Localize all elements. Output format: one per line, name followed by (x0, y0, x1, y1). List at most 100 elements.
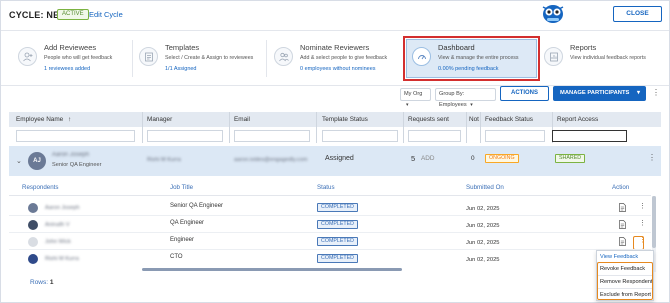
sub-column-status: Status (317, 184, 335, 191)
manager-name: Rishi M Kurra (147, 157, 181, 163)
respondent-status-badge: COMPLETED (317, 254, 358, 263)
filter-template-status-input[interactable] (322, 130, 398, 142)
feedback-status-badge: ONGOING (485, 154, 519, 163)
step-stat[interactable]: 0 employees without nominees (300, 66, 376, 72)
respondent-job-title: Senior QA Engineer (170, 203, 224, 209)
avatar (28, 220, 38, 230)
requests-sent-count: 5 (411, 154, 416, 163)
header-divider (1, 30, 669, 31)
respondent-status-badge: COMPLETED (317, 203, 358, 212)
step-reports[interactable]: Reports View individual feedback reports (538, 36, 668, 81)
group-by-value: Group By: Employees (439, 91, 467, 108)
row-divider (9, 249, 651, 250)
respondent-job-title: Engineer (170, 237, 195, 243)
sub-header-divider (9, 195, 651, 196)
respondent-name: John Wick (45, 239, 71, 245)
filter-employee-name-input[interactable] (16, 130, 135, 142)
column-header-employee-name[interactable]: Employee Name ↑ (16, 116, 71, 123)
respondent-job-title: CTO (170, 254, 183, 260)
group-by-select[interactable]: Group By: Employees ▾ (435, 88, 496, 108)
sub-column-respondents: Respondents (22, 184, 59, 191)
column-separator (466, 112, 467, 143)
chevron-down-icon[interactable]: ⌄ (16, 157, 22, 165)
add-request-button[interactable]: ADD (421, 155, 435, 162)
column-header-report-access[interactable]: Report Access (557, 116, 598, 123)
actions-button[interactable]: ACTIONS (500, 86, 549, 101)
respondent-status-badge: COMPLETED (317, 220, 358, 229)
close-button[interactable]: CLOSE (613, 6, 662, 22)
row-more-options-icon[interactable]: ⋮ (648, 153, 656, 162)
column-separator (403, 112, 404, 143)
filter-requests-sent-input[interactable] (408, 130, 461, 142)
column-header-template-status[interactable]: Template Status (322, 116, 368, 123)
step-dashboard[interactable]: Dashboard View & manage the entire proce… (406, 36, 536, 81)
step-add-reviewees[interactable]: Add Reviewees People who will get feedba… (12, 36, 142, 81)
step-title: Nominate Reviewers (300, 43, 370, 52)
add-user-icon (18, 47, 37, 66)
avatar: AJ (28, 152, 46, 170)
avatar (28, 237, 38, 247)
step-templates[interactable]: Templates Select / Create & Assign to re… (133, 36, 263, 81)
dashboard-icon (412, 47, 431, 66)
sub-column-submitted-on: Submitted On (466, 184, 504, 191)
filter-email-input[interactable] (234, 130, 310, 142)
report-access-badge: SHARED (555, 154, 586, 163)
column-separator (142, 112, 143, 143)
document-icon[interactable] (619, 237, 626, 246)
filter-feedback-status-input[interactable] (485, 130, 545, 142)
column-header-requests-sent[interactable]: Requests sent (408, 116, 449, 123)
step-stat[interactable]: 1/1 Assigned (165, 66, 197, 72)
submitted-date: Jun 02, 2025 (466, 257, 500, 263)
column-separator (480, 112, 481, 143)
column-header-email[interactable]: Email (234, 116, 250, 123)
rows-count: Rows: 1 (30, 279, 54, 286)
document-icon[interactable] (619, 203, 626, 212)
sub-column-job-title: Job Title (170, 184, 194, 191)
step-title: Reports (570, 43, 597, 52)
not-count: 0 (471, 155, 475, 162)
column-separator (229, 112, 230, 143)
filter-manager-input[interactable] (147, 130, 223, 142)
report-icon (544, 47, 563, 66)
edit-cycle-link[interactable]: Edit Cycle (89, 10, 123, 19)
respondent-job-title: QA Engineer (170, 220, 205, 226)
submitted-date: Jun 02, 2025 (466, 223, 500, 229)
row-more-options-icon[interactable]: ⋮ (639, 202, 646, 210)
more-options-icon[interactable]: ⋮ (652, 88, 660, 97)
step-description: Select / Create & Assign to reviewees (165, 55, 254, 61)
filter-report-access-input[interactable] (552, 130, 627, 142)
respondent-name: Aaron Joseph (45, 205, 80, 211)
column-header-not[interactable]: Not (469, 116, 479, 123)
chevron-down-icon: ▾ (406, 102, 409, 108)
employee-name[interactable]: Aaron Joseph (52, 152, 89, 158)
row-more-options-icon[interactable]: ⋮ (639, 236, 646, 244)
step-divider (266, 40, 267, 77)
menu-item-view-feedback[interactable]: View Feedback (600, 254, 638, 260)
submitted-date: Jun 02, 2025 (466, 206, 500, 212)
document-icon[interactable] (619, 220, 626, 229)
step-description: Add & select people to give feedback (300, 55, 388, 61)
template-icon (139, 47, 158, 66)
org-filter-value: My Org (404, 91, 423, 97)
manage-participants-button[interactable]: MANAGE PARTICIPANTS ▾ (553, 86, 646, 101)
step-stat[interactable]: 1 reviewees added (44, 66, 90, 72)
respondent-name: Anirudh V (45, 222, 70, 228)
column-header-manager[interactable]: Manager (147, 116, 172, 123)
chevron-down-icon: ▾ (636, 90, 640, 96)
column-separator (316, 112, 317, 143)
step-stat[interactable]: 0.00% pending feedback (438, 66, 499, 72)
step-title: Templates (165, 43, 200, 52)
manage-participants-label: MANAGE PARTICIPANTS (560, 90, 630, 96)
step-nominate-reviewers[interactable]: Nominate Reviewers Add & select people t… (268, 36, 398, 81)
column-header-feedback-status[interactable]: Feedback Status (485, 116, 533, 123)
org-filter-select[interactable]: My Org ▾ (400, 88, 431, 108)
step-description: People who will get feedback (44, 55, 113, 61)
users-icon (274, 47, 293, 66)
respondent-status-badge: COMPLETED (317, 237, 358, 246)
template-status: Assigned (325, 155, 354, 162)
avatar (28, 254, 38, 264)
vertical-scrollbar-thumb[interactable] (652, 196, 656, 248)
horizontal-scrollbar[interactable] (142, 268, 402, 271)
row-more-options-icon[interactable]: ⋮ (639, 219, 646, 227)
avatar (28, 203, 38, 213)
